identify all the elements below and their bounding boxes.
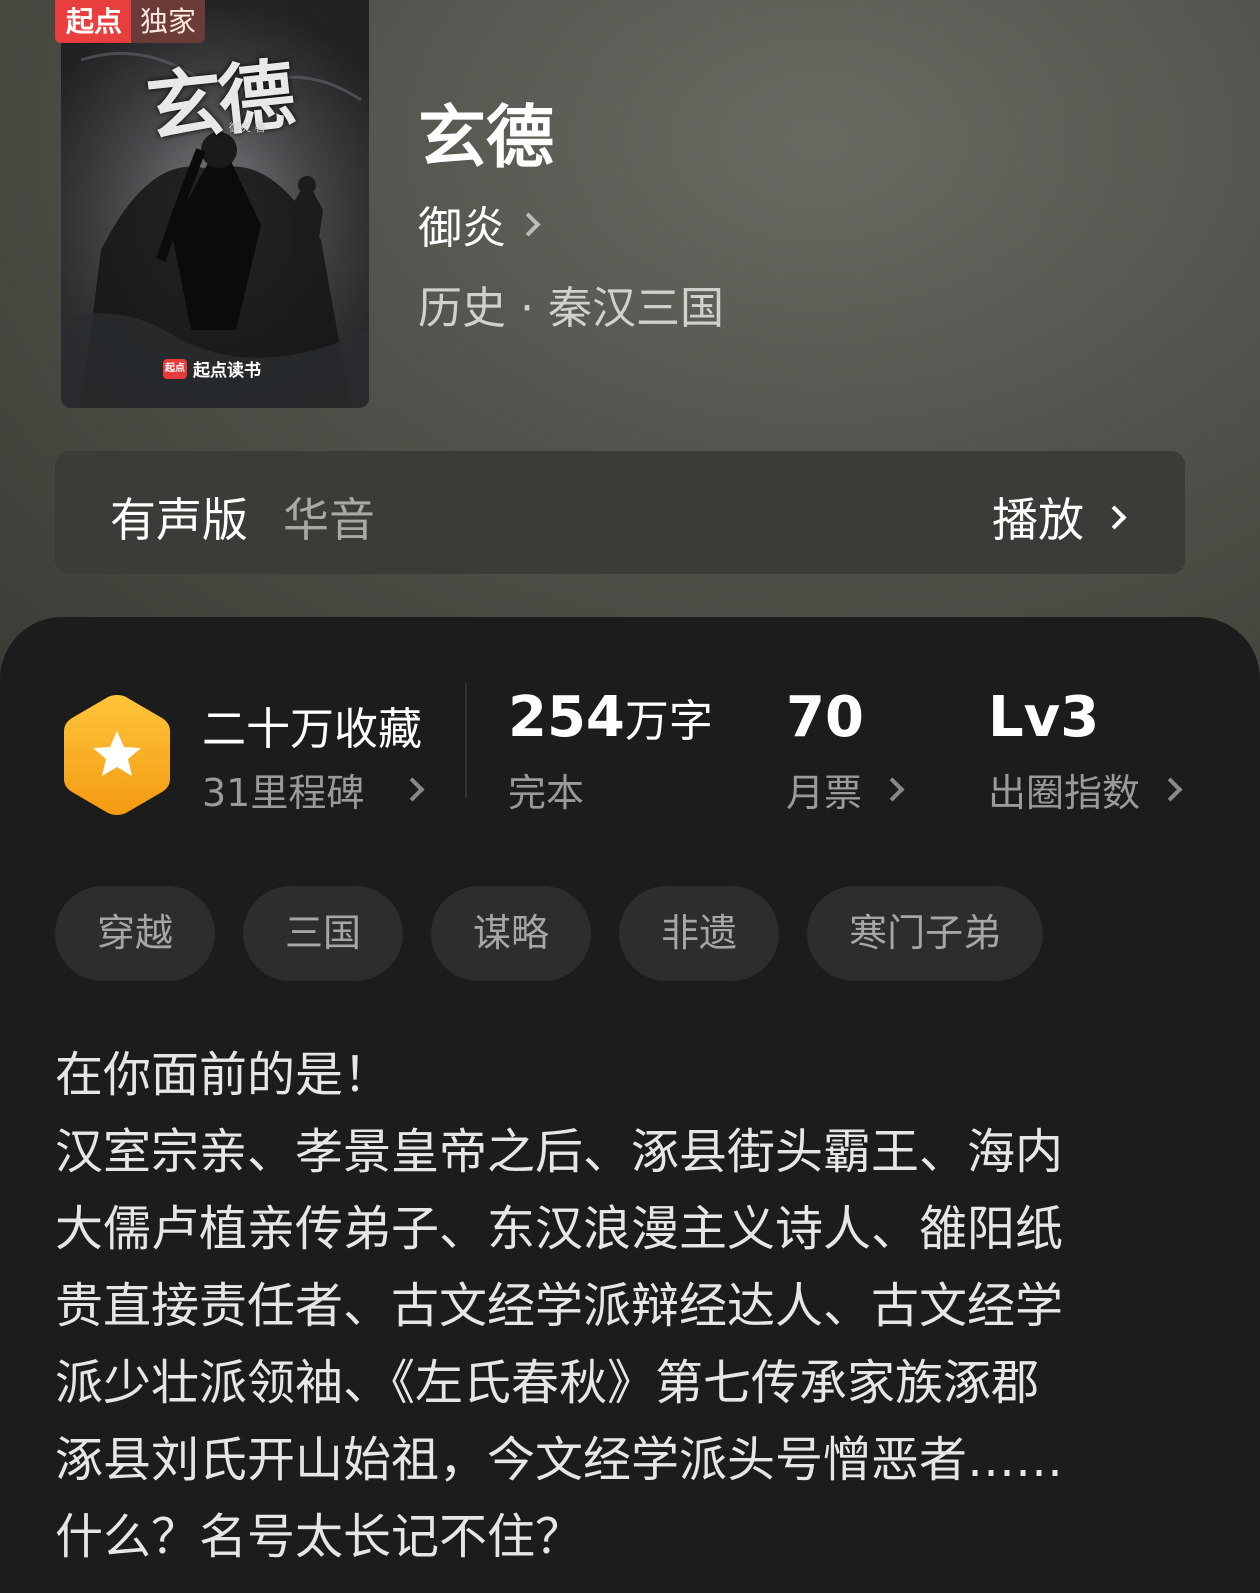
circle-index-value: Lv3: [988, 685, 1100, 750]
cover-title-art: 玄德: [142, 49, 295, 154]
stats-divider: [465, 683, 467, 798]
chevron-right-icon: [400, 777, 425, 802]
circle-index-label: 出圈指数: [988, 771, 1141, 815]
cover-publisher-logo: 起点 起点读书: [163, 356, 261, 381]
description-line: 什么？名号太长记不住？: [55, 1509, 584, 1565]
book-genre: 历史 · 秦汉三国: [418, 283, 724, 334]
publisher-logo-text: 起点读书: [193, 361, 261, 381]
favorites-count: 二十万收藏: [202, 704, 422, 755]
audiobook-bar[interactable]: 有声版 华音 播放: [55, 451, 1185, 574]
tag-chip[interactable]: 谋略: [431, 886, 592, 981]
tag-chip[interactable]: 寒门子弟: [807, 886, 1044, 981]
tag-list: 穿越 三国 谋略 非遗 寒门子弟: [55, 886, 1044, 981]
book-title: 玄德: [418, 98, 555, 178]
description-line: 汉室宗亲、孝景皇帝之后、涿县街头霸王、海内: [55, 1124, 1064, 1180]
chevron-right-icon: [1102, 504, 1127, 530]
chevron-right-icon: [1158, 777, 1183, 802]
tag-chip[interactable]: 非遗: [619, 886, 780, 981]
tag-chip[interactable]: 穿越: [55, 886, 216, 981]
monthly-votes-stat[interactable]: 70 月票: [786, 685, 905, 817]
monthly-votes-label: 月票: [786, 771, 863, 815]
exclusive-badge: 起点 独家: [55, 0, 206, 43]
word-count-value: 254: [508, 685, 625, 750]
cover-author-text: 御炎 著: [229, 121, 266, 134]
circle-index-stat[interactable]: Lv3 出圈指数: [988, 685, 1183, 817]
audiobook-narrator: 华音: [283, 493, 375, 547]
audiobook-label: 有声版: [110, 493, 248, 547]
favorite-star-icon: [64, 695, 170, 815]
author-name: 御炎: [418, 203, 506, 254]
milestones-label: 31里程碑: [202, 771, 365, 815]
description-line: 派少壮派领袖、《左氏春秋》第七传承家族涿郡: [55, 1355, 1040, 1411]
completion-status: 完本: [508, 771, 585, 815]
play-button[interactable]: 播放: [992, 484, 1127, 550]
chevron-right-icon: [516, 211, 541, 237]
monthly-votes-value: 70: [786, 685, 864, 750]
description-line: 涿县刘氏开山始祖，今文经学派头号憎恶者……: [55, 1432, 1064, 1488]
description-line: 在你面前的是！: [55, 1047, 392, 1103]
author-link[interactable]: 御炎: [418, 192, 541, 256]
play-label: 播放: [992, 493, 1084, 547]
word-count-stat: 254万字 完本: [508, 685, 713, 817]
description-line: 贵直接责任者、古文经学派辩经达人、古文经学: [55, 1278, 1064, 1334]
description-line: 大儒卢植亲传弟子、东汉浪漫主义诗人、雒阳纸: [55, 1201, 1064, 1257]
word-count-unit: 万字: [624, 696, 713, 747]
qidian-logo-icon: 起点: [163, 358, 187, 379]
badge-qidian: 起点: [55, 0, 132, 43]
milestones-link[interactable]: 31里程碑: [202, 762, 425, 817]
book-cover[interactable]: 玄德 御炎 著 起点 起点读书: [61, 0, 369, 408]
tag-chip[interactable]: 三国: [243, 886, 404, 981]
badge-exclusive: 独家: [131, 0, 206, 43]
book-description[interactable]: 在你面前的是！ 汉室宗亲、孝景皇帝之后、涿县街头霸王、海内 大儒卢植亲传弟子、东…: [55, 1037, 1205, 1576]
chevron-right-icon: [880, 777, 905, 802]
